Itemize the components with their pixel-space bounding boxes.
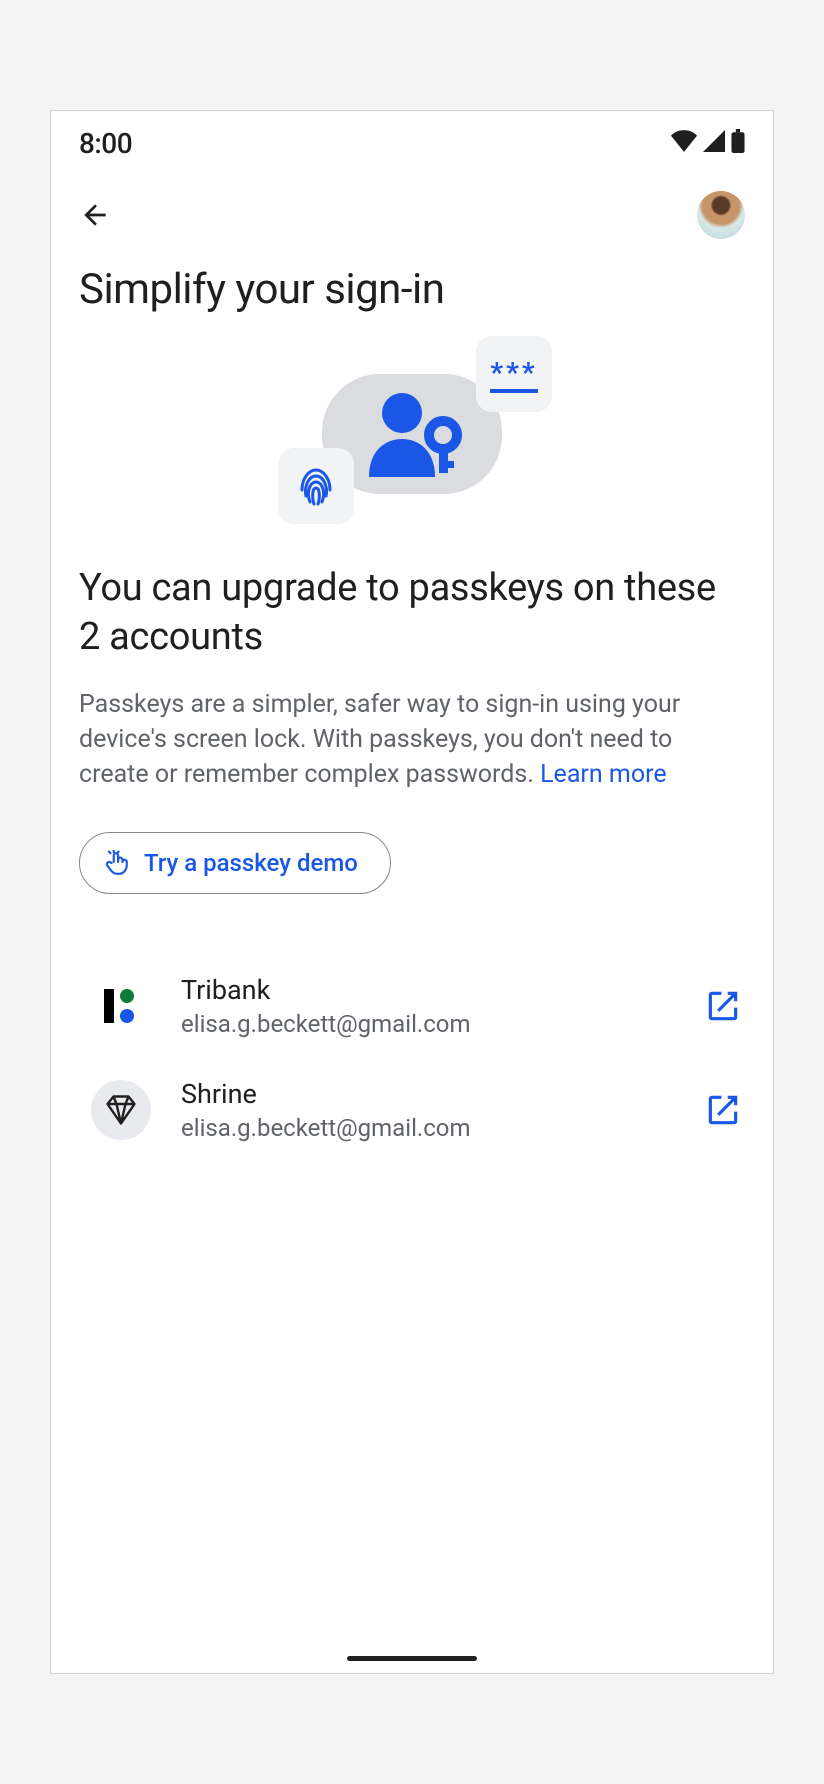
account-email: elisa.g.beckett@gmail.com [181,1114,671,1142]
account-name: Shrine [181,1078,671,1110]
hero-oval: *** [322,374,502,494]
password-badge: *** [476,336,552,412]
hero-illustration: *** [51,324,773,564]
wifi-icon [671,130,697,156]
open-in-new-icon [704,987,742,1025]
asterisks-icon: *** [490,359,537,387]
hand-tap-icon [104,850,130,876]
nav-handle[interactable] [347,1656,477,1661]
learn-more-link[interactable]: Learn more [540,760,666,789]
open-external-button[interactable] [701,1088,745,1132]
fingerprint-icon [292,462,340,510]
status-time: 8:00 [79,127,132,160]
account-item-shrine[interactable]: Shrine elisa.g.beckett@gmail.com [91,1058,745,1162]
status-bar: 8:00 [51,111,773,165]
status-icons [671,129,745,157]
shrine-icon [91,1080,151,1140]
top-bar [51,165,773,249]
fingerprint-badge [278,448,354,524]
arrow-back-icon [79,199,111,231]
page-title: Simplify your sign-in [51,249,773,324]
section-title: You can upgrade to passkeys on these 2 a… [51,564,773,663]
tribank-icon [91,976,151,1036]
profile-avatar[interactable] [697,191,745,239]
try-demo-button[interactable]: Try a passkey demo [79,832,391,894]
open-external-button[interactable] [701,984,745,1028]
person-key-icon [357,389,467,479]
signal-icon [703,130,725,156]
accounts-list: Tribank elisa.g.beckett@gmail.com [51,894,773,1162]
account-item-tribank[interactable]: Tribank elisa.g.beckett@gmail.com [91,954,745,1058]
account-name: Tribank [181,974,671,1006]
diamond-icon [103,1092,139,1128]
open-in-new-icon [704,1091,742,1129]
account-email: elisa.g.beckett@gmail.com [181,1010,671,1038]
device-frame: 8:00 Simplify your sign-in [50,110,774,1674]
section-description: Passkeys are a simpler, safer way to sig… [51,663,773,792]
battery-icon [731,129,745,157]
demo-button-label: Try a passkey demo [144,849,358,877]
back-button[interactable] [79,195,119,235]
